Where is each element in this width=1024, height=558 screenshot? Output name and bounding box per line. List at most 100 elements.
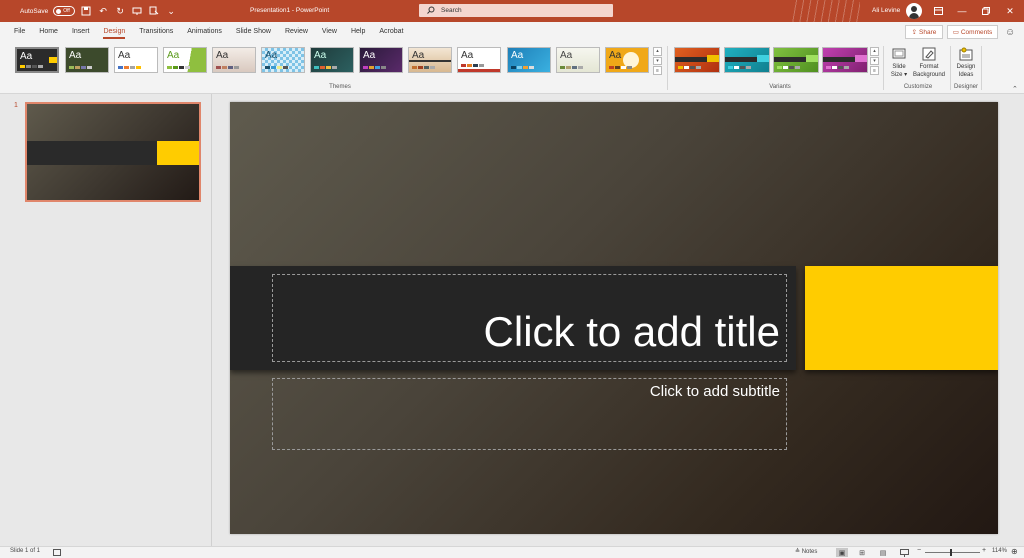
gallery-more-icon[interactable]: ≡ bbox=[870, 66, 879, 76]
theme-swatches bbox=[412, 66, 435, 69]
variant-thumbnail[interactable] bbox=[674, 47, 720, 73]
theme-glyph: Aa bbox=[216, 50, 229, 61]
comments-label: Comments bbox=[960, 28, 993, 36]
customize-toolbar-icon[interactable]: ⌄ bbox=[165, 5, 177, 17]
avatar[interactable] bbox=[906, 3, 922, 19]
collapse-ribbon-icon[interactable]: ⌃ bbox=[1012, 85, 1018, 93]
variant-thumbnail[interactable] bbox=[822, 47, 868, 73]
themes-gallery-scroll: ▴ ▾ ≡ bbox=[653, 47, 662, 76]
variant-swatches bbox=[728, 66, 751, 69]
theme-swatches bbox=[461, 64, 484, 67]
share-label: Share bbox=[919, 28, 937, 36]
theme-thumbnail[interactable]: Aa bbox=[556, 47, 600, 73]
minimize-icon[interactable]: — bbox=[952, 0, 972, 22]
tab-review[interactable]: Review bbox=[278, 22, 315, 42]
theme-line bbox=[458, 69, 500, 72]
autosave-toggle[interactable]: Off bbox=[53, 6, 76, 16]
notes-label: Notes bbox=[801, 549, 818, 555]
accent-band bbox=[805, 266, 998, 370]
notes-button[interactable]: ≜ Notes bbox=[795, 548, 817, 555]
theme-swatches bbox=[609, 66, 632, 69]
theme-glyph: Aa bbox=[363, 50, 376, 61]
theme-thumbnail[interactable]: Aa bbox=[163, 47, 207, 73]
design-ideas-icon bbox=[959, 47, 973, 61]
themes-group-label: Themes bbox=[329, 84, 351, 90]
tab-help[interactable]: Help bbox=[344, 22, 372, 42]
feedback-smiley-icon[interactable]: ☺ bbox=[1005, 27, 1015, 38]
slide-thumbnail[interactable] bbox=[25, 102, 201, 202]
ribbon-tabs: File Home Insert Design Transitions Anim… bbox=[0, 22, 1024, 42]
customize-group-label: Customize bbox=[903, 84, 933, 90]
slide-thumbnail-pane: 1 bbox=[0, 94, 212, 546]
normal-view-icon[interactable]: ▣ bbox=[836, 548, 848, 557]
comments-button[interactable]: ▭ Comments bbox=[947, 25, 998, 39]
gallery-up-icon[interactable]: ▴ bbox=[653, 47, 662, 56]
titlebar-pattern bbox=[790, 0, 860, 22]
tab-slide-show[interactable]: Slide Show bbox=[229, 22, 278, 42]
format-background-button[interactable]: Format Background bbox=[910, 47, 948, 79]
touch-mode-icon[interactable] bbox=[148, 5, 160, 17]
variant-band bbox=[774, 57, 806, 62]
zoom-in-button[interactable]: + bbox=[982, 547, 986, 554]
undo-icon[interactable]: ↶ bbox=[97, 5, 109, 17]
gallery-more-icon[interactable]: ≡ bbox=[653, 66, 662, 76]
toggle-knob bbox=[56, 8, 62, 14]
variant-thumbnail[interactable] bbox=[773, 47, 819, 73]
slide-number: 1 bbox=[14, 102, 18, 109]
theme-thumbnail[interactable]: Aa bbox=[605, 47, 649, 73]
slide-sorter-view-icon[interactable]: ⊞ bbox=[856, 548, 868, 557]
reading-view-icon[interactable]: ▤ bbox=[877, 548, 889, 557]
gallery-down-icon[interactable]: ▾ bbox=[653, 56, 662, 66]
quick-access-toolbar: AutoSave Off ↶ ↻ ⌄ bbox=[0, 0, 177, 22]
zoom-out-button[interactable]: − bbox=[917, 547, 921, 554]
share-button[interactable]: ⇪ Share bbox=[905, 25, 943, 39]
theme-thumbnail[interactable]: Aa bbox=[408, 47, 452, 73]
accessibility-icon[interactable] bbox=[52, 547, 62, 557]
gallery-down-icon[interactable]: ▾ bbox=[870, 56, 879, 66]
variants-group-label: Variants bbox=[769, 84, 791, 90]
subtitle-placeholder[interactable]: Click to add subtitle bbox=[272, 378, 787, 450]
tab-home[interactable]: Home bbox=[32, 22, 65, 42]
title-placeholder[interactable]: Click to add title bbox=[272, 274, 787, 362]
theme-thumbnail[interactable]: Aa bbox=[65, 47, 109, 73]
status-bar: Slide 1 of 1 ≜ Notes ▣ ⊞ ▤ − + 114% ⊕ bbox=[0, 546, 1024, 558]
theme-thumbnail[interactable]: Aa bbox=[15, 47, 59, 73]
design-ideas-label-line2: Ideas bbox=[958, 71, 974, 78]
search-input[interactable]: Search bbox=[419, 4, 613, 17]
tab-design[interactable]: Design bbox=[96, 22, 132, 42]
start-from-beginning-icon[interactable] bbox=[131, 5, 143, 17]
slide-size-label-line1: Slide bbox=[892, 64, 906, 70]
restore-icon[interactable] bbox=[976, 0, 996, 22]
design-ideas-button[interactable]: Design Ideas bbox=[953, 47, 979, 79]
zoom-slider[interactable] bbox=[925, 552, 980, 553]
tab-file[interactable]: File bbox=[7, 22, 32, 42]
save-icon[interactable] bbox=[80, 5, 92, 17]
format-background-label-line1: Format bbox=[919, 64, 939, 70]
tab-acrobat[interactable]: Acrobat bbox=[372, 22, 410, 42]
theme-thumbnail[interactable]: Aa bbox=[457, 47, 501, 73]
designer-group-label: Designer bbox=[953, 84, 978, 90]
redo-icon[interactable]: ↻ bbox=[114, 5, 126, 17]
theme-thumbnail[interactable]: Aa bbox=[507, 47, 551, 73]
theme-thumbnail[interactable]: Aa bbox=[212, 47, 256, 73]
theme-thumbnail[interactable]: Aa bbox=[359, 47, 403, 73]
tab-insert[interactable]: Insert bbox=[65, 22, 97, 42]
tab-animations[interactable]: Animations bbox=[180, 22, 229, 42]
variant-band bbox=[675, 57, 707, 62]
document-title: Presentation1 - PowerPoint bbox=[250, 7, 330, 14]
gallery-up-icon[interactable]: ▴ bbox=[870, 47, 879, 56]
variant-thumbnail[interactable] bbox=[724, 47, 770, 73]
zoom-slider-handle[interactable] bbox=[950, 549, 952, 556]
close-icon[interactable]: ✕ bbox=[1000, 0, 1020, 22]
theme-thumbnail[interactable]: Aa bbox=[261, 47, 305, 73]
ribbon-display-options-icon[interactable] bbox=[928, 0, 948, 22]
user-name[interactable]: Ali Levine bbox=[872, 0, 900, 22]
tab-transitions[interactable]: Transitions bbox=[132, 22, 180, 42]
theme-thumbnail[interactable]: Aa bbox=[114, 47, 158, 73]
slide-show-view-icon[interactable] bbox=[898, 548, 910, 557]
fit-to-window-icon[interactable]: ⊕ bbox=[1011, 547, 1018, 556]
tab-view[interactable]: View bbox=[315, 22, 344, 42]
theme-thumbnail[interactable]: Aa bbox=[310, 47, 354, 73]
zoom-level[interactable]: 114% bbox=[992, 548, 1007, 554]
slide-size-button[interactable]: Slide Size ▾ bbox=[886, 47, 912, 79]
